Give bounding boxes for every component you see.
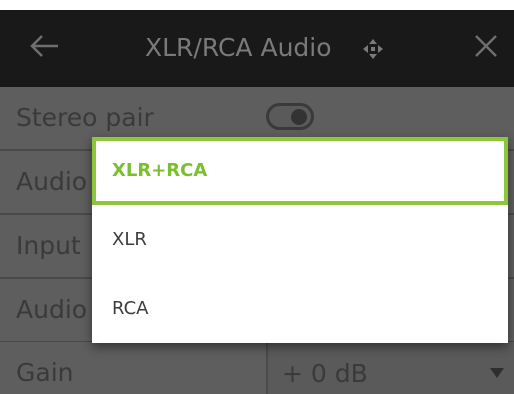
- row-label-input: Input: [16, 231, 81, 260]
- row-gain: Gain + 0 dB: [0, 342, 514, 394]
- gain-value: + 0 dB: [282, 359, 368, 388]
- move-arrows-icon[interactable]: [362, 38, 384, 60]
- row-label-audio: Audio: [16, 167, 88, 196]
- option-label: XLR+RCA: [112, 160, 208, 181]
- gain-select[interactable]: + 0 dB: [266, 343, 514, 394]
- audio-settings-panel: XLR/RCA Audio Stereo pair Audio Input Au…: [0, 10, 514, 394]
- close-icon[interactable]: [468, 28, 504, 64]
- dropdown-option-xlr-rca[interactable]: XLR+RCA: [92, 137, 508, 205]
- dropdown-option-xlr[interactable]: XLR: [92, 206, 508, 274]
- audio-source-dropdown: XLR+RCA XLR RCA: [92, 137, 508, 343]
- chevron-down-icon: [490, 368, 504, 378]
- option-label: XLR: [112, 229, 147, 250]
- arrow-left-icon[interactable]: [28, 28, 64, 64]
- stereo-pair-toggle[interactable]: [266, 103, 314, 130]
- dropdown-option-rca[interactable]: RCA: [92, 275, 508, 343]
- row-label-audio-2: Audio: [16, 295, 88, 324]
- panel-header: XLR/RCA Audio: [0, 10, 514, 87]
- toggle-knob: [291, 109, 307, 125]
- option-label: RCA: [112, 298, 149, 319]
- page-title: XLR/RCA Audio: [145, 33, 332, 62]
- row-label-gain: Gain: [16, 358, 74, 387]
